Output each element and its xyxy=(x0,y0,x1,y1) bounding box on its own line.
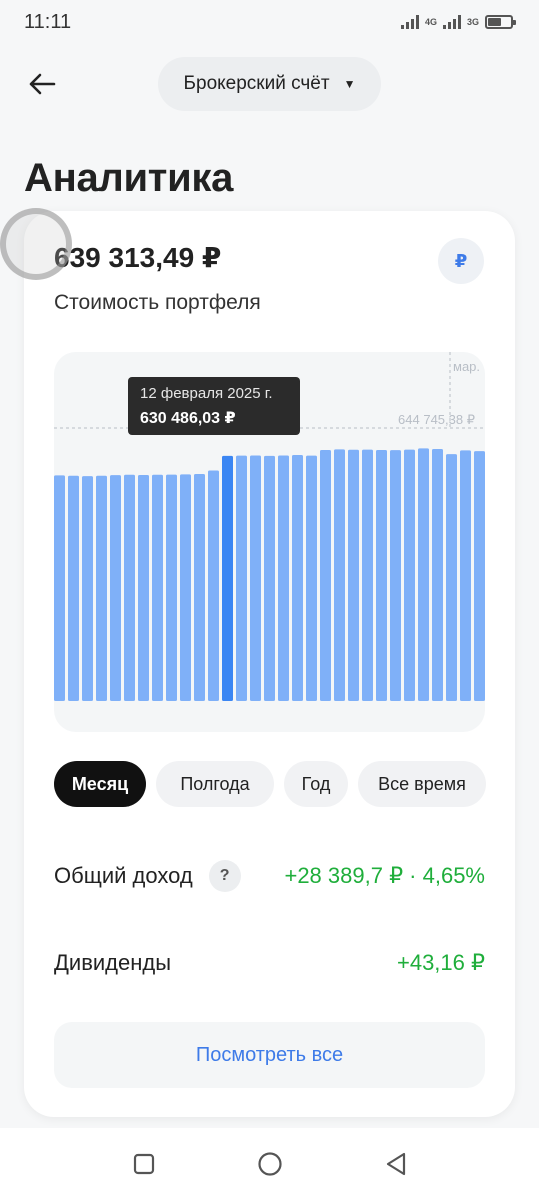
tooltip-value: 630 486,03 ₽ xyxy=(140,410,236,427)
chart-bar[interactable] xyxy=(264,455,275,701)
reference-line-label: 644 745,38 ₽ xyxy=(398,412,475,427)
chart-bar[interactable] xyxy=(110,475,121,701)
chart-bar[interactable] xyxy=(250,455,261,701)
chart-bar[interactable] xyxy=(68,475,79,701)
chart-bar[interactable] xyxy=(390,450,401,701)
x-axis-month-label: мар. xyxy=(453,359,480,374)
chart-bar[interactable] xyxy=(376,449,387,701)
signal-icon xyxy=(400,15,419,29)
square-icon xyxy=(133,1153,154,1175)
chart-bar[interactable] xyxy=(124,474,135,701)
page-title: Аналитика xyxy=(24,156,234,200)
account-selector-label: Брокерский счёт xyxy=(183,73,330,94)
chart-bar[interactable] xyxy=(460,450,471,701)
chart-bar[interactable] xyxy=(152,474,163,701)
portfolio-value: 639 313,49 ₽ xyxy=(54,242,222,273)
chart-bar[interactable] xyxy=(446,454,457,701)
chart-bar[interactable] xyxy=(166,474,177,701)
chart-bar[interactable] xyxy=(278,455,289,701)
chart-bar[interactable] xyxy=(194,473,205,701)
chart-bar[interactable] xyxy=(474,451,485,701)
back-nav-button[interactable] xyxy=(381,1149,411,1179)
chart-bar[interactable] xyxy=(404,449,415,701)
ruble-icon: ₽ xyxy=(454,250,468,271)
dividends-label: Дивиденды xyxy=(54,950,172,975)
total-income-label: Общий доход xyxy=(54,863,193,888)
period-selector: Месяц Полгода Год Все время xyxy=(54,761,486,807)
recents-button[interactable] xyxy=(129,1149,159,1179)
dividends-value: +43,16 ₽ xyxy=(396,950,485,975)
chart-bar[interactable] xyxy=(306,455,317,701)
network-type-label: 4G xyxy=(424,16,437,27)
period-pill-3[interactable]: Все время xyxy=(358,761,486,807)
chart-bar[interactable] xyxy=(208,470,219,701)
period-pill-1[interactable]: Полгода xyxy=(156,761,274,807)
status-time: 11:11 xyxy=(24,10,72,33)
chart-bar[interactable] xyxy=(418,448,429,701)
tooltip-date: 12 февраля 2025 г. xyxy=(140,385,273,402)
chart-bar[interactable] xyxy=(236,455,247,701)
caret-down-icon: ▼ xyxy=(343,77,356,91)
currency-button[interactable]: ₽ xyxy=(438,238,484,284)
total-income-value: +28 389,7 ₽ · 4,65% xyxy=(284,863,485,888)
home-button[interactable] xyxy=(255,1149,285,1179)
chart-bar[interactable] xyxy=(82,476,93,701)
signal-icon-2 xyxy=(442,15,461,29)
portfolio-chart[interactable]: 644 745,38 ₽ мар. 12 февраля 2025 г. 630 … xyxy=(54,352,485,732)
triangle-back-icon xyxy=(386,1152,405,1176)
status-bar: 11:11 4G 3G xyxy=(0,0,539,44)
chart-bar[interactable] xyxy=(180,474,191,701)
chart-bar[interactable] xyxy=(138,474,149,701)
period-pill-2[interactable]: Год xyxy=(284,761,348,807)
network-type-label-2: 3G xyxy=(466,16,479,27)
top-bar: Брокерский счёт ▼ xyxy=(0,56,539,112)
account-selector[interactable]: Брокерский счёт ▼ xyxy=(158,57,381,111)
portfolio-label: Стоимость портфеля xyxy=(54,291,261,314)
chart-bar[interactable] xyxy=(334,449,345,701)
dividends-row: Дивиденды +43,16 ₽ xyxy=(54,943,485,983)
touch-indicator xyxy=(0,208,72,280)
chart-bar[interactable] xyxy=(348,449,359,701)
portfolio-card: 639 313,49 ₽ Стоимость портфеля ₽ 644 74… xyxy=(24,211,515,1117)
chart-bar[interactable] xyxy=(362,449,373,701)
chart-bar[interactable] xyxy=(320,449,331,701)
chart-bar[interactable] xyxy=(432,448,443,701)
circle-icon xyxy=(257,1152,282,1176)
back-button[interactable] xyxy=(22,64,62,104)
chart-bar[interactable] xyxy=(222,455,233,701)
battery-icon xyxy=(485,15,516,29)
total-income-row: Общий доход ? +28 389,7 ₽ · 4,65% xyxy=(54,856,485,896)
status-icons: 4G 3G xyxy=(400,15,516,29)
system-nav-bar xyxy=(0,1128,539,1200)
chart-bar[interactable] xyxy=(54,475,65,701)
chart-bar[interactable] xyxy=(96,475,107,701)
chart-tooltip: 12 февраля 2025 г. 630 486,03 ₽ xyxy=(128,377,300,435)
help-button[interactable]: ? xyxy=(208,860,241,892)
arrow-left-icon xyxy=(29,73,56,95)
period-pill-0[interactable]: Месяц xyxy=(54,761,146,807)
view-all-button[interactable]: Посмотреть все xyxy=(54,1022,485,1088)
chart-bar[interactable] xyxy=(292,455,303,701)
